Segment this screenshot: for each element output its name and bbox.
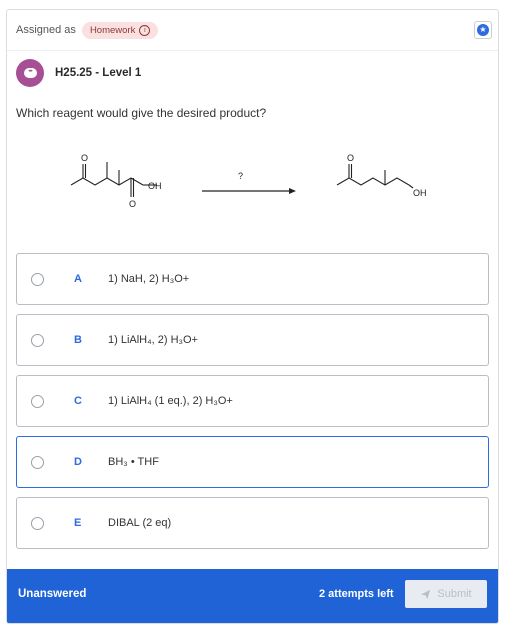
assignment-row: Assigned as Homework i: [16, 20, 159, 40]
arrow-head: [289, 188, 296, 194]
header-divider: [7, 50, 498, 51]
level-title: H25.25 - Level 1: [55, 67, 142, 79]
question-card: Assigned as Homework i ★ ••• H25.25 - Le…: [6, 9, 499, 624]
paper-plane-icon: [421, 589, 431, 599]
star-icon: ★: [477, 24, 489, 36]
reactant-structure: [70, 162, 157, 197]
radio-button[interactable]: [31, 333, 44, 347]
info-icon[interactable]: i: [139, 24, 151, 36]
choice-letter: E: [74, 517, 82, 529]
homework-badge-label: Homework: [89, 24, 136, 36]
radio-button[interactable]: [31, 516, 44, 530]
choice-a[interactable]: A 1) NaH, 2) H₃O+: [16, 253, 489, 305]
product-o: O: [347, 153, 354, 163]
reactant-oh: OH: [148, 181, 162, 191]
choice-letter: A: [74, 273, 82, 285]
choice-letter: B: [74, 334, 82, 346]
submit-button[interactable]: Submit: [405, 580, 487, 608]
reactant-o1: O: [81, 153, 88, 163]
attempts-remaining: 2 attempts left: [319, 588, 394, 600]
level-header: ••• H25.25 - Level 1: [16, 58, 141, 88]
radio-button[interactable]: [31, 272, 44, 286]
choice-d[interactable]: D BH₃ • THF: [16, 436, 489, 488]
reaction-label: ?: [238, 171, 243, 181]
assigned-label: Assigned as: [16, 24, 76, 36]
choice-text: DIBAL (2 eq): [108, 517, 172, 529]
choice-letter: C: [74, 395, 82, 407]
submit-label: Submit: [437, 588, 472, 600]
reaction-scheme: O OH O ? O OH: [70, 153, 427, 209]
choice-c[interactable]: C 1) LiAlH₄ (1 eq.), 2) H₃O+: [16, 375, 489, 427]
product-structure: [336, 164, 414, 189]
chat-bubble-icon: •••: [16, 59, 44, 87]
choice-letter: D: [74, 456, 82, 468]
product-oh: OH: [413, 188, 427, 198]
homework-badge[interactable]: Homework i: [81, 21, 159, 39]
choice-text: 1) NaH, 2) H₃O+: [108, 273, 190, 285]
reactant-o2: O: [129, 199, 136, 209]
radio-button[interactable]: [31, 394, 44, 408]
choice-text: 1) LiAlH₄, 2) H₃O+: [108, 334, 198, 346]
question-footer: Unanswered 2 attempts left Submit: [7, 569, 498, 623]
bookmark-button[interactable]: ★: [474, 21, 492, 39]
choice-text: 1) LiAlH₄ (1 eq.), 2) H₃O+: [108, 395, 233, 407]
choice-text: BH₃ • THF: [108, 456, 159, 468]
answer-status: Unanswered: [18, 588, 87, 600]
choice-b[interactable]: B 1) LiAlH₄, 2) H₃O+: [16, 314, 489, 366]
choice-e[interactable]: E DIBAL (2 eq): [16, 497, 489, 549]
question-text: Which reagent would give the desired pro…: [16, 106, 267, 120]
radio-button[interactable]: [31, 455, 44, 469]
